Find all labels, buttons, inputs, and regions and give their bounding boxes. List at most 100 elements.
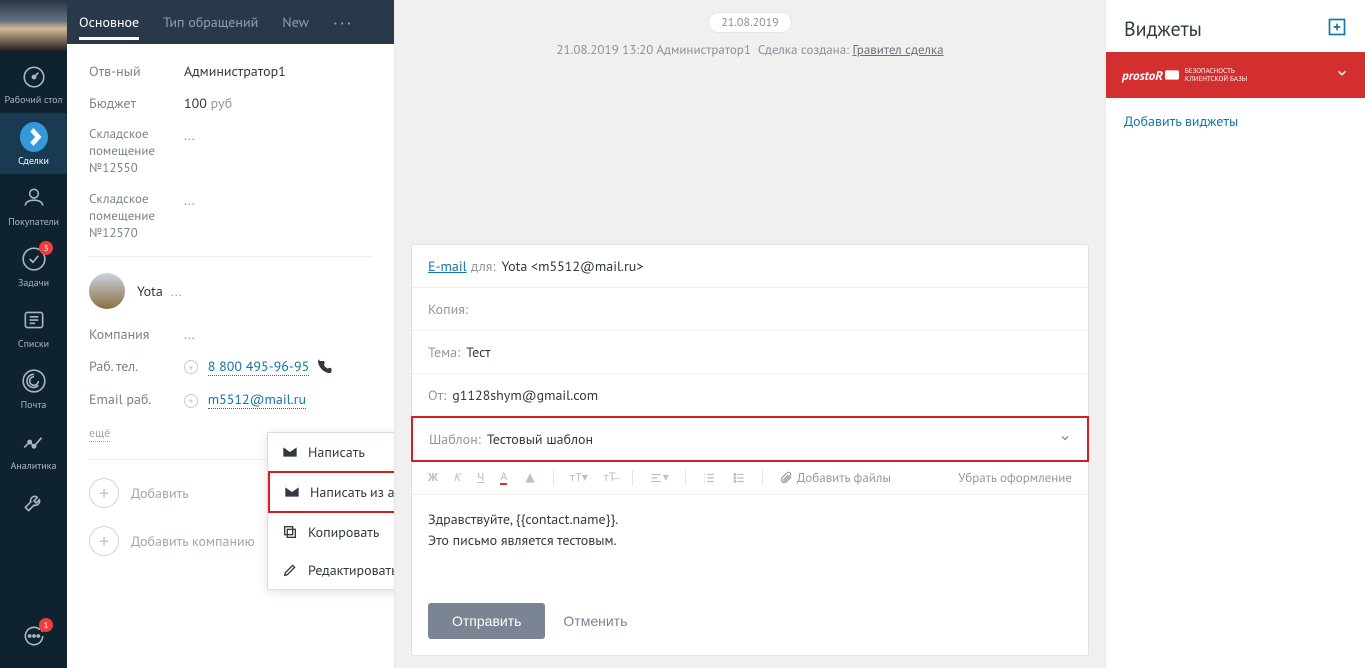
- widget-subtitle: БЕЗОПАСНОСТЬКЛИЕНТСКОЙ БАЗЫ: [1185, 67, 1247, 82]
- plus-circle-icon: +: [89, 526, 119, 556]
- gauge-icon: [20, 62, 48, 90]
- sidebar-label: Рабочий стол: [5, 94, 63, 105]
- more-fields-link[interactable]: ещё: [89, 426, 110, 442]
- widget-prostor[interactable]: prostoR БЕЗОПАСНОСТЬКЛИЕНТСКОЙ БАЗЫ: [1106, 52, 1365, 98]
- composer-cc-row[interactable]: Копия:: [412, 288, 1088, 331]
- tab-new[interactable]: New: [270, 0, 321, 44]
- underline-button[interactable]: Ч: [477, 470, 484, 485]
- budget-value[interactable]: 100 руб: [184, 94, 232, 112]
- menu-edit[interactable]: Редактировать: [268, 551, 394, 589]
- sidebar-item-chat[interactable]: 1: [0, 612, 67, 668]
- sidebar-item-mail[interactable]: Почта: [0, 357, 67, 418]
- phone-handset-icon[interactable]: [315, 358, 333, 376]
- chevron-down-icon: [1335, 66, 1349, 84]
- envelope-icon: [282, 444, 298, 460]
- email-body-editor[interactable]: Здравствуйте, {{contact.name}}. Это пись…: [412, 495, 1088, 591]
- feed-panel: 21.08.2019 21.08.2019 13:20 Администрато…: [395, 0, 1105, 668]
- paperclip-icon: [779, 471, 793, 485]
- main-sidebar: Рабочий стол Сделки Покупатели 3 Задачи: [0, 0, 67, 668]
- sidebar-label: Задачи: [18, 277, 49, 288]
- chevron-down-icon: [1059, 430, 1071, 448]
- sidebar-item-analytics[interactable]: Аналитика: [0, 418, 67, 479]
- plus-icon[interactable]: +: [184, 394, 198, 408]
- bold-button[interactable]: Ж: [428, 470, 438, 485]
- deals-icon: [20, 123, 48, 151]
- sidebar-label: Сделки: [18, 155, 49, 166]
- wrench-icon: [20, 489, 48, 517]
- attach-files-button[interactable]: Добавить файлы: [779, 469, 891, 486]
- sidebar-item-settings[interactable]: [0, 479, 67, 529]
- clear-format-button[interactable]: тТ̶: [604, 470, 616, 485]
- date-separator: 21.08.2019: [708, 12, 791, 33]
- phone-value[interactable]: + 8 800 495-96-95: [184, 357, 333, 377]
- envelope-icon: [284, 484, 300, 500]
- plus-circle-icon: +: [89, 478, 119, 508]
- clear-formatting-link[interactable]: Убрать оформление: [958, 469, 1072, 486]
- warehouse2-value[interactable]: ...: [184, 191, 195, 242]
- analytics-icon: [20, 428, 48, 456]
- align-button[interactable]: ▾: [649, 470, 669, 485]
- editor-toolbar: Ж К Ч А тТ▾ тТ̶ ▾ Добавить файлы Убрать …: [412, 461, 1088, 495]
- widget-badge-icon: [1165, 66, 1179, 84]
- sidebar-item-customers[interactable]: Покупатели: [0, 174, 67, 235]
- pencil-icon: [282, 562, 298, 578]
- sidebar-item-deals[interactable]: Сделки: [0, 113, 67, 174]
- sidebar-item-tasks[interactable]: 3 Задачи: [0, 235, 67, 296]
- badge: 3: [39, 241, 53, 255]
- sidebar-label: Аналитика: [11, 460, 57, 471]
- text-color-button[interactable]: А: [500, 471, 507, 485]
- email-type-link[interactable]: E-mail: [428, 257, 467, 275]
- sidebar-label: Почта: [21, 399, 47, 410]
- company-label: Компания: [89, 325, 184, 343]
- tabs-more-icon[interactable]: ···: [321, 11, 365, 34]
- font-size-button[interactable]: тТ▾: [570, 470, 587, 485]
- responsible-label: Отв-ный: [89, 62, 184, 80]
- user-avatar[interactable]: [0, 0, 67, 52]
- send-button[interactable]: Отправить: [428, 603, 545, 639]
- menu-copy[interactable]: Копировать: [268, 513, 394, 551]
- add-widget-icon[interactable]: [1327, 17, 1347, 41]
- sidebar-label: Списки: [18, 338, 49, 349]
- copy-icon: [282, 524, 298, 540]
- composer-subject-row[interactable]: Тема: Тест: [412, 331, 1088, 374]
- customers-icon: [20, 184, 48, 212]
- sidebar-label: Покупатели: [8, 216, 59, 227]
- widgets-panel: Виджеты prostoR БЕЗОПАСНОСТЬКЛИЕНТСКОЙ Б…: [1105, 0, 1365, 668]
- sidebar-item-lists[interactable]: Списки: [0, 296, 67, 357]
- numbered-list-button[interactable]: [702, 471, 716, 485]
- budget-label: Бюджет: [89, 94, 184, 112]
- deal-link[interactable]: Гравител сделка: [852, 41, 943, 58]
- warehouse1-value[interactable]: ...: [184, 126, 195, 177]
- contact-actions-icon[interactable]: ...: [171, 282, 182, 300]
- italic-button[interactable]: К: [454, 470, 461, 485]
- add-widgets-link[interactable]: Добавить виджеты: [1106, 98, 1365, 144]
- email-composer: E-mail для: Yota <m5512@mail.ru> Копия: …: [411, 244, 1089, 656]
- composer-to-row[interactable]: E-mail для: Yota <m5512@mail.ru>: [412, 245, 1088, 288]
- mail-icon: [20, 367, 48, 395]
- warehouse1-label: Складское помещение №12550: [89, 126, 184, 177]
- email-value[interactable]: + m5512@mail.ru: [184, 390, 306, 408]
- contact-name[interactable]: Yota: [137, 282, 163, 300]
- email-label: Email раб.: [89, 390, 184, 408]
- list-icon: [20, 306, 48, 334]
- sidebar-item-dashboard[interactable]: Рабочий стол: [0, 52, 67, 113]
- composer-from-row[interactable]: От: g1128shym@gmail.com: [412, 374, 1088, 417]
- detail-tabs: Основное Тип обращений New ···: [67, 0, 394, 44]
- tab-type[interactable]: Тип обращений: [151, 0, 270, 44]
- widget-logo: prostoR: [1122, 67, 1163, 84]
- widgets-title: Виджеты: [1124, 16, 1202, 42]
- company-value[interactable]: ...: [184, 325, 195, 343]
- responsible-value[interactable]: Администратор1: [184, 62, 286, 80]
- system-message: 21.08.2019 13:20 Администратор1 Сделка с…: [411, 41, 1089, 58]
- warehouse2-label: Складское помещение №12570: [89, 191, 184, 242]
- cancel-button[interactable]: Отменить: [563, 613, 627, 629]
- contact-avatar[interactable]: [89, 273, 125, 309]
- composer-template-row[interactable]: Шаблон: Тестовый шаблон: [411, 416, 1089, 462]
- phone-label: Раб. тел.: [89, 357, 184, 377]
- menu-write-amocrm[interactable]: Написать из amoCRM: [268, 471, 394, 513]
- plus-icon[interactable]: +: [184, 360, 198, 374]
- bullet-list-button[interactable]: [732, 471, 746, 485]
- menu-write[interactable]: Написать: [268, 433, 394, 471]
- tab-main[interactable]: Основное: [67, 0, 151, 44]
- bg-color-button[interactable]: [523, 471, 537, 485]
